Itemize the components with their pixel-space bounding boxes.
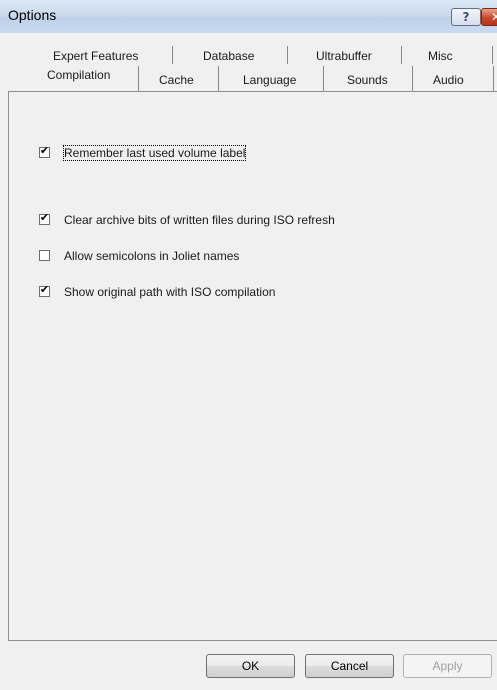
tab-misc[interactable]: Misc <box>428 49 453 63</box>
tab-ultrabuffer[interactable]: Ultrabuffer <box>316 49 372 63</box>
tab-divider <box>323 66 324 92</box>
options-dialog: Options ? ✕ Expert Features Database Ult… <box>0 0 497 690</box>
tab-divider <box>218 66 219 92</box>
help-button[interactable]: ? <box>451 8 481 26</box>
check-mark-icon: ✔ <box>39 211 50 224</box>
cancel-button[interactable]: Cancel <box>305 654 394 678</box>
tab-divider <box>412 66 413 92</box>
check-mark-icon: ✔ <box>39 144 50 157</box>
tab-divider <box>401 46 402 64</box>
tab-sounds[interactable]: Sounds <box>347 73 388 87</box>
help-icon: ? <box>462 10 470 24</box>
tab-database[interactable]: Database <box>203 49 254 63</box>
close-icon: ✕ <box>490 10 497 24</box>
tab-divider <box>493 66 494 92</box>
checkbox-label: Show original path with ISO compilation <box>64 285 276 299</box>
window-title: Options <box>8 7 57 23</box>
tab-panel-compilation <box>8 91 497 641</box>
tab-language[interactable]: Language <box>243 73 296 87</box>
tab-divider <box>172 46 173 64</box>
check-mark-icon: ✔ <box>39 283 50 296</box>
tab-divider <box>287 46 288 64</box>
tab-compilation[interactable]: Compilation <box>47 68 110 82</box>
checkbox-box <box>39 250 50 261</box>
tab-cache[interactable]: Cache <box>159 73 194 87</box>
tab-audio[interactable]: Audio <box>433 73 464 87</box>
close-button[interactable]: ✕ <box>481 8 497 26</box>
apply-button[interactable]: Apply <box>403 654 492 678</box>
checkbox-label: Clear archive bits of written files duri… <box>64 213 335 227</box>
ok-button[interactable]: OK <box>206 654 295 678</box>
checkbox-label: Remember last used volume label <box>62 145 247 161</box>
tab-expert-features[interactable]: Expert Features <box>53 49 138 63</box>
title-bar: Options ? ✕ <box>0 0 497 33</box>
tab-divider <box>492 46 493 64</box>
tab-divider <box>138 66 139 92</box>
checkbox-label: Allow semicolons in Joliet names <box>64 249 240 263</box>
